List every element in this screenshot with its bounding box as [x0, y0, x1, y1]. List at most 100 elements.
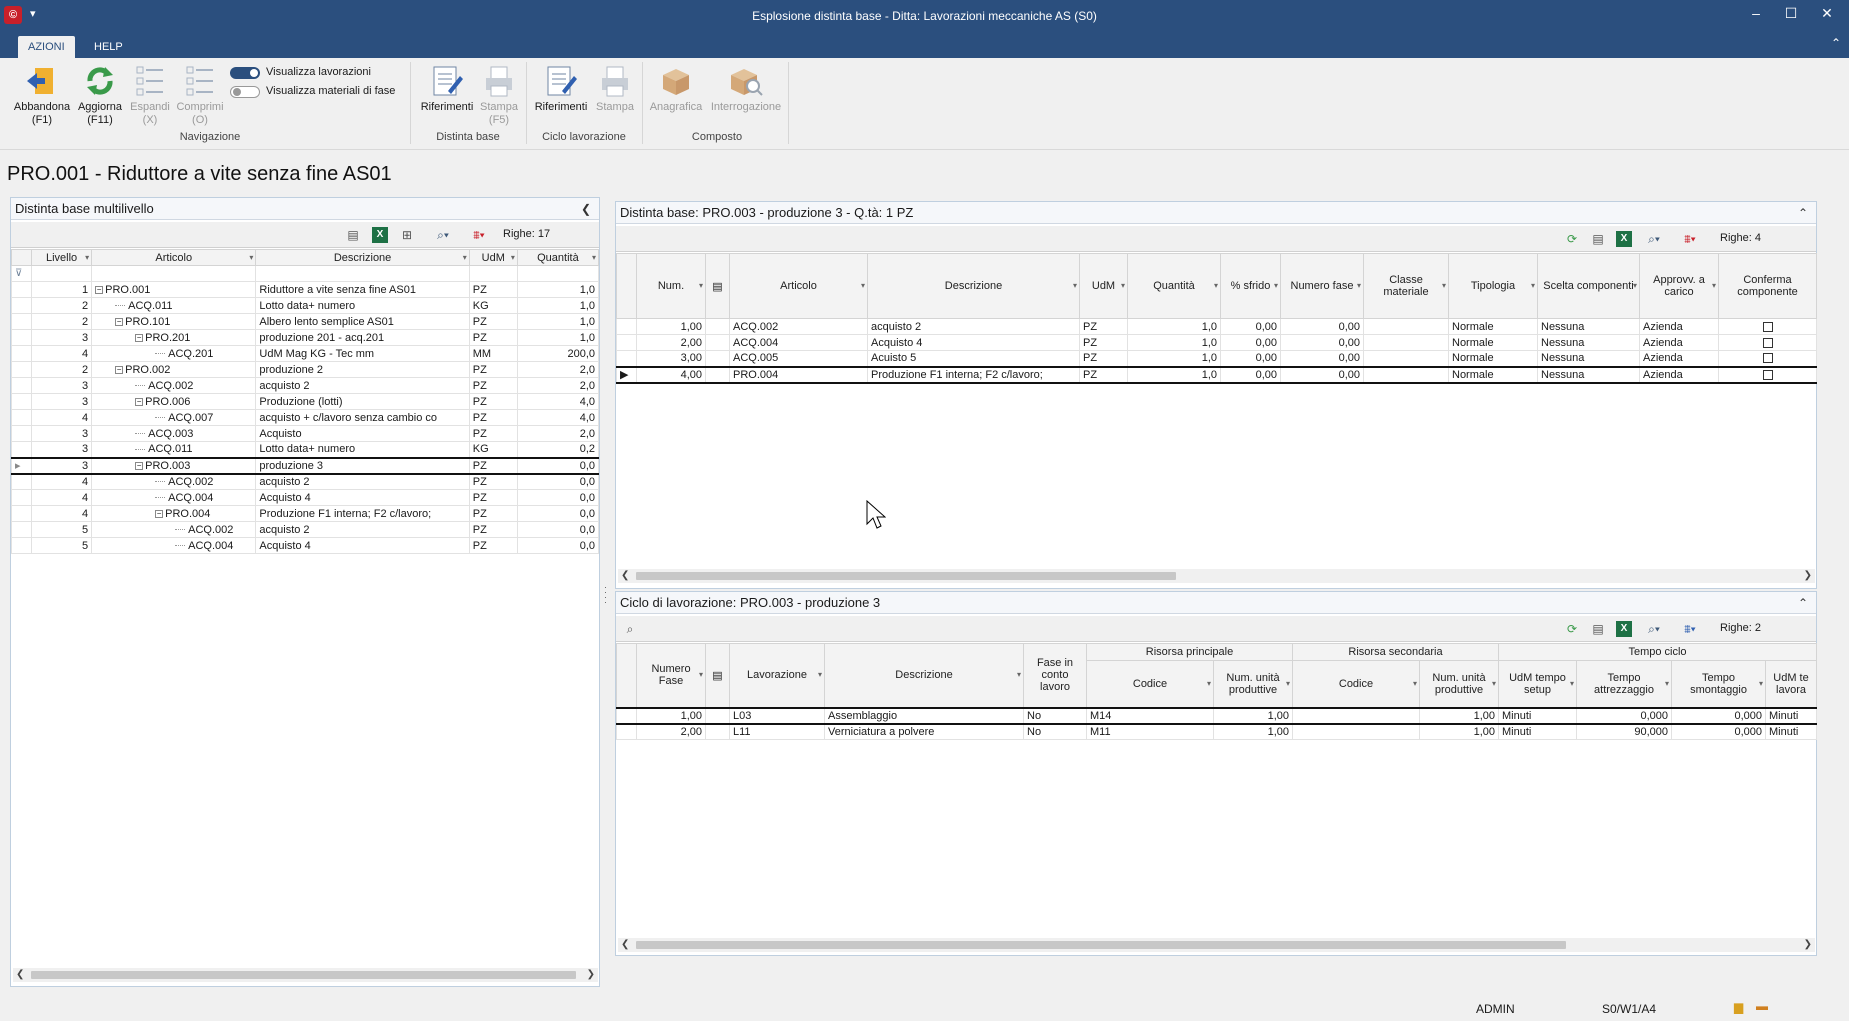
riferimenti-ciclo-button[interactable]: Riferimenti [530, 64, 592, 114]
col-num-unita-secondaria[interactable]: Num. unità produttive ▾ [1419, 660, 1499, 708]
collapse-ribbon-icon[interactable]: ⌃ [1831, 36, 1841, 50]
table-row[interactable]: 3− PRO.006 Produzione (lotti) PZ 4,0 [10, 393, 600, 410]
notes-icon[interactable]: ▆ [1734, 1000, 1743, 1014]
table-row[interactable]: 2− PRO.002 produzione 2 PZ 2,0 [10, 361, 600, 378]
conferma-checkbox[interactable] [1762, 337, 1773, 348]
excel-icon[interactable]: X [1616, 231, 1632, 247]
table-row[interactable]: 2,00 L11 Verniciatura a polvere No M11 1,00 1,… [616, 723, 1818, 740]
toggle-materiali[interactable] [230, 86, 260, 98]
col-lavorazione[interactable]: Lavorazione ▾ [729, 643, 825, 708]
interrogazione-button[interactable]: Interrogazione [706, 64, 786, 114]
col-udm[interactable]: UdM ▾ [1079, 253, 1128, 319]
note-icon[interactable]: ▤ [705, 253, 730, 319]
filter-cell[interactable] [91, 265, 257, 282]
anagrafica-button[interactable]: Anagrafica [646, 64, 706, 114]
refresh-icon[interactable]: ⟳ [1564, 231, 1580, 247]
distinta-hscroll[interactable]: ❮ ❯ [618, 569, 1815, 583]
stampa-distinta-button[interactable]: Stampa (F5) [476, 64, 522, 127]
ciclo-hscroll[interactable]: ❮ ❯ [618, 938, 1815, 952]
tree-collapse-icon[interactable]: − [135, 461, 144, 470]
scroll-left-icon[interactable]: ❮ [16, 968, 24, 982]
collapse-left-icon[interactable]: ❮ [581, 198, 591, 220]
col-tempo-attrezzaggio[interactable]: Tempo attrezzaggio ▾ [1576, 660, 1672, 708]
tree-collapse-icon[interactable]: − [115, 365, 124, 374]
conferma-checkbox[interactable] [1762, 369, 1773, 380]
table-row[interactable]: 4 ACQ.002 acquisto 2 PZ 0,0 [10, 473, 600, 490]
close-button[interactable]: ✕ [1812, 5, 1842, 22]
minimize-button[interactable]: – [1741, 5, 1771, 21]
aggiorna-button[interactable]: Aggiorna (F11) [70, 64, 130, 127]
col-codice-principale[interactable]: Codice ▾ [1086, 660, 1214, 708]
filter-cell[interactable] [516, 265, 600, 282]
conferma-checkbox[interactable] [1762, 353, 1773, 364]
left-hscroll[interactable]: ❮ ❯ [13, 968, 598, 982]
col-numero-fase[interactable]: Numero Fase ▾ [636, 643, 706, 708]
table-row[interactable]: 1,00 ACQ.002 acquisto 2 PZ 1,0 0,00 0,00 Normal… [616, 318, 1817, 335]
table-row[interactable]: 3 ACQ.011 Lotto data+ numero KG 0,2 [10, 441, 600, 458]
filter-row-icon[interactable]: ⊽ [10, 265, 33, 282]
preview-icon[interactable]: ⌕ [622, 621, 638, 637]
col-codice-secondaria[interactable]: Codice ▾ [1292, 660, 1420, 708]
tree-collapse-icon[interactable]: − [135, 397, 144, 406]
col-descrizione[interactable]: Descrizione ▾ [255, 249, 470, 266]
table-row[interactable]: 5 ACQ.004 Acquisto 4 PZ 0,0 [10, 537, 600, 554]
table-row[interactable]: 4 ACQ.201 UdM Mag KG - Tec mm MM 200,0 [10, 345, 600, 362]
tab-help[interactable]: HELP [84, 36, 133, 58]
collapse-ciclo-icon[interactable]: ⌃ [1798, 592, 1808, 614]
col-articolo[interactable]: Articolo ▾ [91, 249, 257, 266]
conferma-checkbox[interactable] [1762, 321, 1773, 332]
scroll-thumb[interactable] [636, 572, 1176, 580]
table-row[interactable]: 2− PRO.101 Albero lento semplice AS01 PZ 1,0 [10, 313, 600, 330]
col-num[interactable]: Num. ▾ [636, 253, 706, 319]
filter-cell[interactable] [255, 265, 470, 282]
table-row[interactable]: 4 ACQ.007 acquisto + c/lavoro senza cambio… [10, 409, 600, 426]
search-filter-icon[interactable]: ⌕▾ [435, 227, 451, 243]
layout-icon[interactable]: ⊞ [399, 227, 415, 243]
table-row[interactable]: 4 ACQ.004 Acquisto 4 PZ 0,0 [10, 489, 600, 506]
tab-azioni[interactable]: AZIONI [18, 36, 75, 58]
table-row[interactable]: ▸ 3− PRO.003 produzione 3 PZ 0,0 [10, 456, 600, 475]
table-row[interactable]: 2 ACQ.011 Lotto data+ numero KG 1,0 [10, 297, 600, 314]
scroll-thumb[interactable] [636, 941, 1566, 949]
col-quantita[interactable]: Quantità ▾ [516, 249, 600, 266]
riferimenti-distinta-button[interactable]: Riferimenti [416, 64, 478, 114]
print-grid-icon[interactable]: ▤ [345, 227, 361, 243]
tree-collapse-icon[interactable]: − [135, 333, 144, 342]
maximize-button[interactable]: ☐ [1776, 5, 1806, 22]
column-filter-icon[interactable]: ⩩▾ [1682, 621, 1698, 637]
scroll-left-icon[interactable]: ❮ [621, 938, 629, 952]
col-udm-tempo-setup[interactable]: UdM tempo setup ▾ [1498, 660, 1577, 708]
col-conferma-componente[interactable]: Conferma componente [1718, 253, 1817, 319]
col-classe-materiale[interactable]: Classe materiale ▾ [1363, 253, 1449, 319]
scroll-right-icon[interactable]: ❯ [1804, 938, 1812, 952]
table-row[interactable]: 3 ACQ.003 Acquisto PZ 2,0 [10, 425, 600, 442]
col-tempo-smontaggio[interactable]: Tempo smontaggio ▾ [1671, 660, 1766, 708]
espandi-button[interactable]: Espandi (X) [126, 64, 174, 127]
filter-cell[interactable] [31, 265, 93, 282]
excel-icon[interactable]: X [1616, 621, 1632, 637]
col-descrizione[interactable]: Descrizione ▾ [867, 253, 1080, 319]
table-row[interactable]: 4− PRO.004 Produzione F1 interna; F2 c/lav… [10, 505, 600, 522]
toggle-lavorazioni[interactable] [230, 67, 260, 79]
table-row[interactable]: ▶ 4,00 PRO.004 Produzione F1 interna; F2 c/… [616, 365, 1817, 384]
tree-collapse-icon[interactable]: − [155, 509, 164, 518]
comprimi-button[interactable]: Comprimi (O) [172, 64, 228, 127]
col-num-unita-principale[interactable]: Num. unità produttive ▾ [1213, 660, 1293, 708]
scroll-left-icon[interactable]: ❮ [621, 569, 629, 583]
table-row[interactable]: 3 ACQ.002 acquisto 2 PZ 2,0 [10, 377, 600, 394]
column-filter-icon[interactable]: ⩩▾ [1682, 231, 1698, 247]
col-scelta-componenti[interactable]: Scelta componenti ▾ [1537, 253, 1640, 319]
splitter-handle[interactable]: · · · · [604, 583, 608, 607]
col-sfrido[interactable]: % sfrido ▾ [1220, 253, 1281, 319]
col-udm[interactable]: UdM ▾ [468, 249, 518, 266]
table-row[interactable]: 5 ACQ.002 acquisto 2 PZ 0,0 [10, 521, 600, 538]
excel-icon[interactable]: X [372, 227, 388, 243]
table-row[interactable]: 3,00 ACQ.005 Acuisto 5 PZ 1,0 0,00 0,00 Normale… [616, 350, 1817, 367]
abbandona-button[interactable]: Abbandona (F1) [10, 64, 74, 127]
collapse-distinta-icon[interactable]: ⌃ [1798, 202, 1808, 224]
col-tipologia[interactable]: Tipologia ▾ [1448, 253, 1538, 319]
stampa-ciclo-button[interactable]: Stampa [592, 64, 638, 114]
col-livello[interactable]: Livello ▾ [31, 249, 93, 266]
print-grid-icon[interactable]: ▤ [1590, 621, 1606, 637]
col-fase-conto-lavoro[interactable]: Fase in conto lavoro [1023, 643, 1087, 708]
